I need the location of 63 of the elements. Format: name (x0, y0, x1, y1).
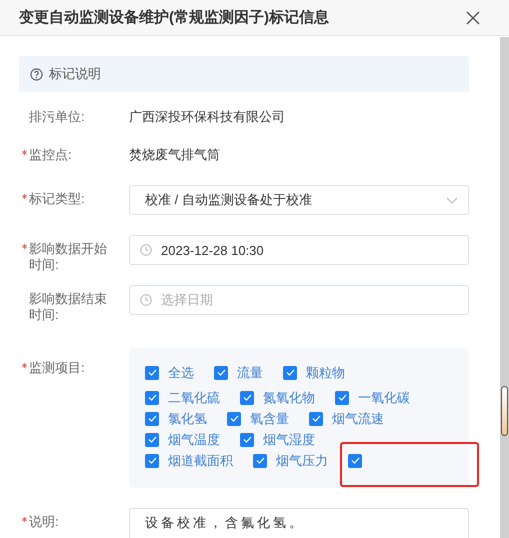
scrollbar-thumb[interactable] (501, 386, 508, 436)
clock-icon (140, 294, 152, 306)
notice-text: 标记说明 (49, 65, 101, 83)
checkbox-label: 二氧化硫 (168, 388, 220, 406)
field-label: 标记类型: (29, 191, 86, 207)
checkbox[interactable] (145, 432, 159, 446)
field-label: 排污单位: (29, 109, 86, 125)
checkbox[interactable] (283, 366, 297, 380)
checkbox[interactable] (309, 412, 323, 426)
checkbox-label: 烟道截面积 (168, 452, 233, 470)
checkbox-label: 烟气湿度 (263, 430, 315, 448)
field-label: 影响数据结束时间: (29, 291, 108, 323)
checkbox-label: 烟气压力 (276, 452, 328, 470)
field-label: 监测项目: (29, 360, 86, 376)
scrollbar[interactable] (500, 37, 509, 538)
check-icon (256, 457, 264, 464)
check-icon (242, 436, 252, 443)
field-label: 影响数据开始时间: (29, 241, 108, 273)
checkbox-label: 全选 (168, 364, 194, 382)
check-icon (148, 369, 156, 376)
checkbox-label: 颗粒物 (306, 364, 345, 382)
checkbox-label: 氧含量 (250, 410, 289, 428)
checkbox[interactable] (348, 454, 362, 468)
field-label: 说明: (29, 514, 60, 530)
dialog-title: 变更自动监测设备维护(常规监测因子)标记信息 (19, 8, 329, 27)
check-icon (242, 394, 252, 401)
close-icon (466, 10, 480, 24)
checkbox[interactable] (214, 366, 228, 380)
checkbox[interactable] (335, 390, 349, 404)
checkbox[interactable] (227, 412, 241, 426)
check-icon (148, 415, 156, 422)
checkbox[interactable] (145, 390, 159, 404)
clock-icon (140, 244, 152, 256)
check-icon (148, 394, 156, 401)
check-icon (350, 457, 360, 464)
date-field[interactable]: 2023-12-28 10:30 (129, 235, 469, 265)
checkbox[interactable] (253, 454, 267, 468)
check-icon (230, 415, 238, 422)
help-icon (30, 68, 43, 80)
check-icon (338, 394, 346, 401)
field-value: 广西深投环保科技有限公司 (129, 108, 285, 126)
checkbox-label: 流量 (237, 364, 263, 382)
chevron-down-icon (446, 196, 458, 204)
check-icon (148, 436, 156, 443)
checkbox-label: 烟气温度 (168, 430, 220, 448)
field-label: 监控点: (29, 147, 73, 163)
check-icon (312, 415, 320, 422)
checkbox[interactable] (145, 412, 159, 426)
field-value: 焚烧废气排气筒 (129, 146, 220, 164)
check-icon (286, 369, 294, 376)
checkbox-label: 烟气流速 (332, 410, 384, 428)
checkbox-label: 氯化氢 (168, 410, 207, 428)
select-field[interactable]: 校准 / 自动监测设备处于校准 (129, 185, 469, 215)
checkbox-label: 一氧化碳 (358, 388, 410, 406)
check-icon (148, 457, 156, 464)
close-button[interactable] (466, 10, 480, 24)
check-icon (216, 369, 226, 376)
checkbox[interactable] (145, 454, 159, 468)
checkbox[interactable] (240, 390, 254, 404)
checkbox[interactable] (145, 366, 159, 380)
checkbox-label: 氮氧化物 (263, 388, 315, 406)
description-field[interactable]: 设备校准，含氟化氢。 (129, 508, 469, 538)
checkbox[interactable] (240, 432, 254, 446)
